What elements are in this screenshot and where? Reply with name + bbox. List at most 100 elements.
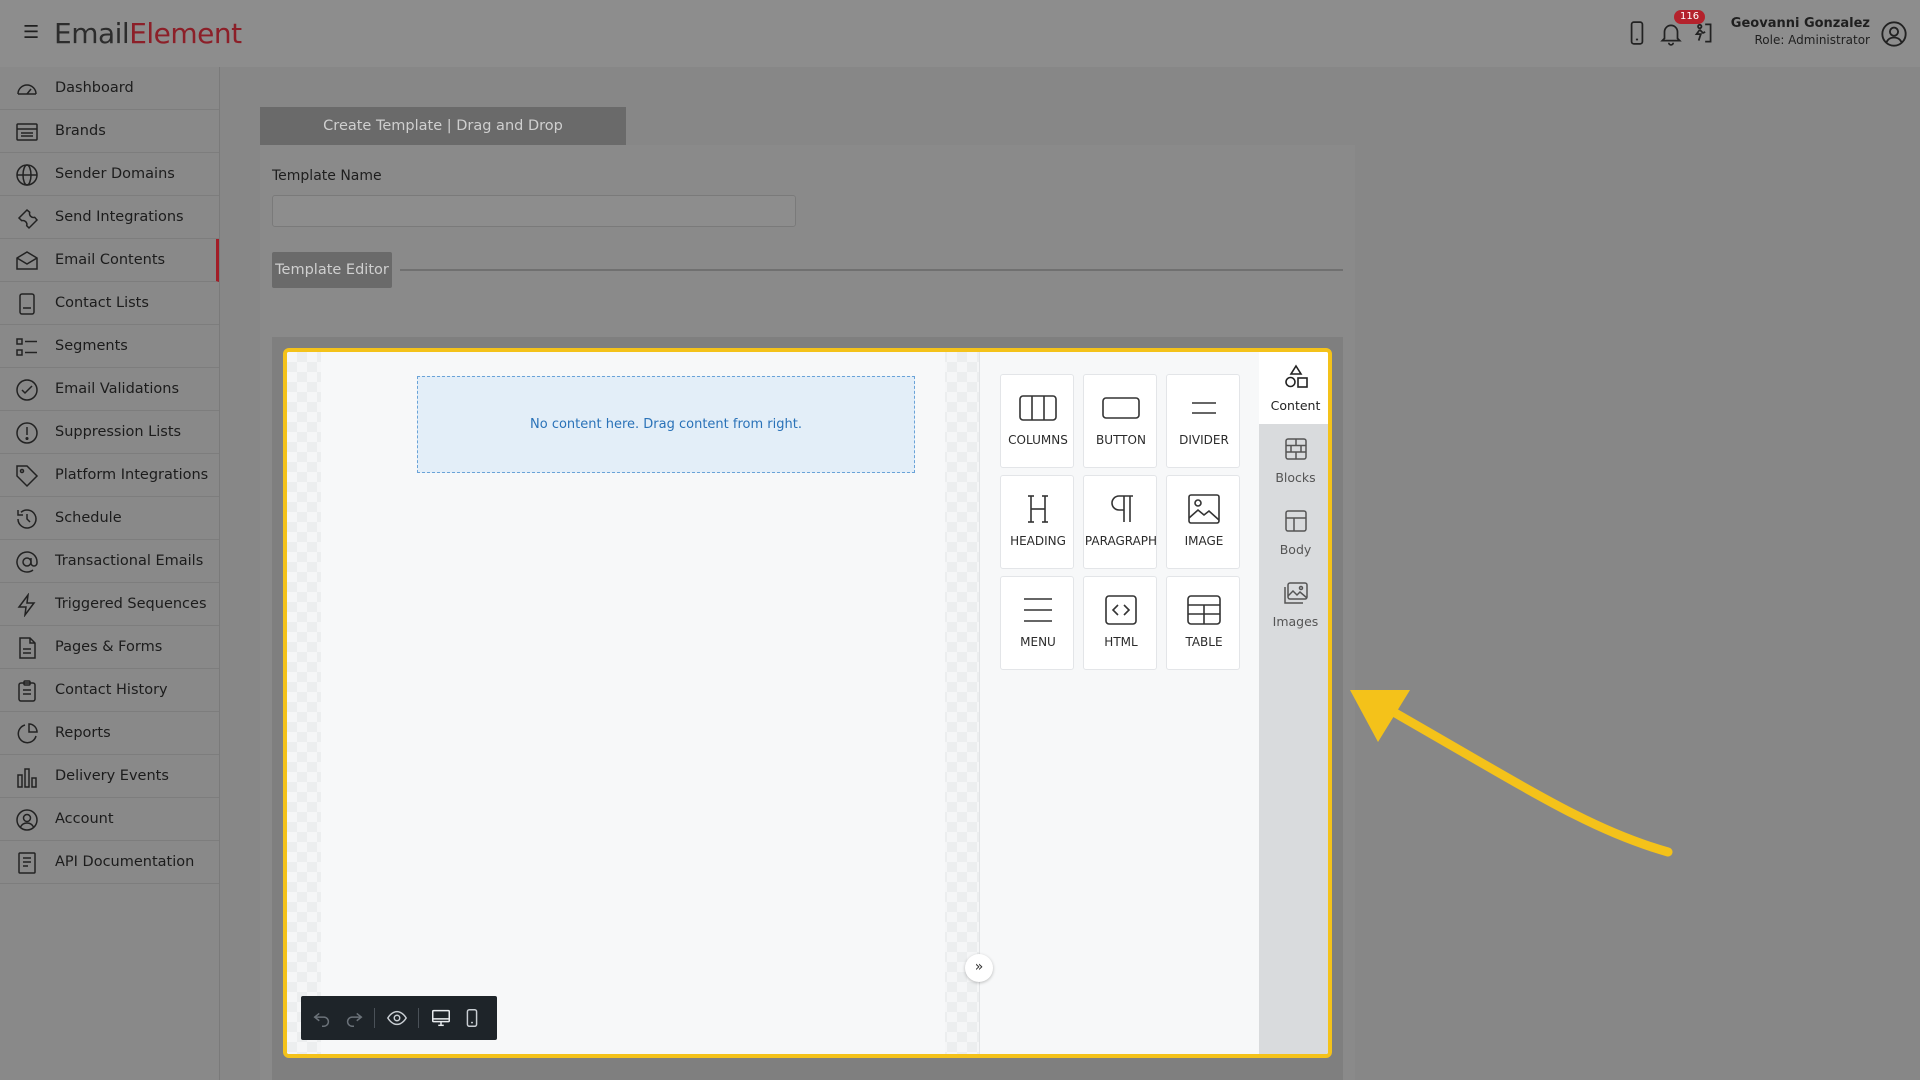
check-circle-icon [16, 379, 38, 401]
mobile-phone-icon[interactable] [1624, 20, 1650, 46]
sidebar-item-send-integrations[interactable]: Send Integrations [0, 196, 219, 239]
eye-icon[interactable] [386, 1007, 408, 1029]
sidebar-item-delivery-events[interactable]: Delivery Events [0, 755, 219, 798]
sidebar-item-transactional-emails[interactable]: Transactional Emails [0, 540, 219, 583]
history-icon [17, 509, 37, 529]
sidebar-item-triggered-sequences[interactable]: Triggered Sequences [0, 583, 219, 626]
logo-text-em: Em [54, 17, 98, 50]
content-tile-label: HTML [1104, 635, 1138, 649]
side-tab-label: Images [1272, 614, 1319, 629]
globe-icon [16, 164, 38, 186]
sidebar-item-label: Email Contents [55, 252, 166, 268]
sidebar-item-label: Pages & Forms [55, 639, 163, 655]
sidebar-item-reports[interactable]: Reports [0, 712, 219, 755]
sidebar-item-dashboard[interactable]: Dashboard [0, 67, 219, 110]
tag-icon [16, 465, 39, 488]
content-tile-html[interactable]: HTML [1083, 576, 1157, 670]
side-tab-label: Body [1279, 542, 1312, 557]
sidebar-item-email-contents[interactable]: Email Contents [0, 239, 219, 282]
sidebar-item-contact-lists[interactable]: Contact Lists [0, 282, 219, 325]
user-role: Role: Administrator [1754, 33, 1870, 47]
hamburger-icon[interactable]: ☰ [23, 24, 39, 42]
paragraph-icon [1111, 495, 1133, 522]
side-tab-label: Blocks [1275, 470, 1316, 485]
template-name-input[interactable] [272, 195, 796, 227]
content-tile-label: DIVIDER [1179, 433, 1229, 447]
content-tile-label: BUTTON [1096, 433, 1146, 447]
sidebar-item-email-validations[interactable]: Email Validations [0, 368, 219, 411]
sidebar-item-contact-history[interactable]: Contact History [0, 669, 219, 712]
content-tile-label: IMAGE [1184, 534, 1224, 548]
sidebar-item-label: Transactional Emails [55, 553, 204, 569]
menu-icon [1024, 598, 1052, 622]
content-tile-label: COLUMNS [1008, 433, 1068, 447]
file-icon [19, 637, 36, 659]
undo-icon[interactable] [311, 1007, 333, 1029]
side-tab-body[interactable]: Body [1259, 496, 1328, 568]
bolt-icon [17, 593, 36, 617]
button-icon [1102, 397, 1140, 419]
desktop-icon[interactable] [430, 1007, 452, 1029]
redo-icon[interactable] [343, 1007, 365, 1029]
sidebar-item-label: Suppression Lists [55, 424, 182, 440]
content-tile-label: TABLE [1185, 635, 1223, 649]
toolbar-separator [418, 1008, 419, 1028]
sidebar-item-schedule[interactable]: Schedule [0, 497, 219, 540]
content-tile-button[interactable]: BUTTON [1083, 374, 1157, 468]
side-tab-content[interactable]: Content [1259, 352, 1328, 424]
content-tile-paragraph[interactable]: PARAGRAPH [1083, 475, 1157, 569]
editor-canvas[interactable]: No content here. Drag content from right… [287, 352, 979, 1054]
app-logo[interactable]: EmailElement [54, 17, 242, 51]
sidebar-item-account[interactable]: Account [0, 798, 219, 841]
tab-create-template[interactable]: Create Template | Drag and Drop [260, 107, 626, 145]
book-icon [19, 293, 35, 315]
collapse-panel-button[interactable]: » [965, 954, 993, 982]
user-info[interactable]: Geovanni Gonzalez Role: Administrator [1720, 16, 1870, 48]
section-divider [400, 269, 1343, 271]
sidebar-item-api-documentation[interactable]: API Documentation [0, 841, 219, 884]
user-name: Geovanni Gonzalez [1730, 16, 1870, 31]
image-icon [1188, 494, 1220, 524]
side-tab-images[interactable]: Images [1259, 568, 1328, 640]
side-tab-blocks[interactable]: Blocks [1259, 424, 1328, 496]
pie-chart-icon [17, 723, 38, 744]
callout-arrow [1350, 690, 1673, 857]
mobile-icon[interactable] [461, 1007, 483, 1029]
user-avatar-icon[interactable] [1880, 20, 1908, 48]
sidebar-item-sender-domains[interactable]: Sender Domains [0, 153, 219, 196]
content-tile-menu[interactable]: MENU [1000, 576, 1074, 670]
sidebar-item-label: Triggered Sequences [55, 596, 207, 612]
content-tile-table[interactable]: TABLE [1166, 576, 1240, 670]
sidebar-item-platform-integrations[interactable]: Platform Integrations [0, 454, 219, 497]
sidebar-item-pages-forms[interactable]: Pages & Forms [0, 626, 219, 669]
sidebar-item-label: Delivery Events [55, 768, 169, 784]
content-tile-heading[interactable]: HEADING [1000, 475, 1074, 569]
side-tab-label: Content [1270, 398, 1321, 413]
email-body[interactable]: No content here. Drag content from right… [321, 352, 945, 1054]
exit-icon[interactable] [1690, 20, 1716, 46]
sidebar-item-segments[interactable]: Segments [0, 325, 219, 368]
document-icon [18, 852, 36, 874]
content-tile-label: MENU [1020, 635, 1056, 649]
sidebar-item-label: Account [55, 811, 114, 827]
at-icon [16, 551, 38, 573]
user-circle-icon [16, 809, 38, 831]
editor-toolbar [301, 996, 497, 1040]
template-editor-button[interactable]: Template Editor [272, 252, 392, 288]
content-tile-image[interactable]: IMAGE [1166, 475, 1240, 569]
drop-zone[interactable]: No content here. Drag content from right… [417, 376, 915, 473]
content-tile-columns[interactable]: COLUMNS [1000, 374, 1074, 468]
gauge-icon [17, 84, 37, 95]
sidebar: Dashboard Brands Sender Domains Send Int… [0, 67, 220, 1080]
content-tile-label: HEADING [1010, 534, 1066, 548]
content-tile-divider[interactable]: DIVIDER [1166, 374, 1240, 468]
list-icon [16, 123, 38, 141]
heading-icon [1028, 495, 1048, 523]
table-icon [1187, 595, 1221, 625]
segments-icon [16, 338, 37, 356]
sidebar-item-label: Contact Lists [55, 295, 149, 311]
sidebar-item-label: Reports [55, 725, 111, 741]
sidebar-item-suppression-lists[interactable]: Suppression Lists [0, 411, 219, 454]
sidebar-item-brands[interactable]: Brands [0, 110, 219, 153]
columns-icon [1019, 395, 1057, 421]
